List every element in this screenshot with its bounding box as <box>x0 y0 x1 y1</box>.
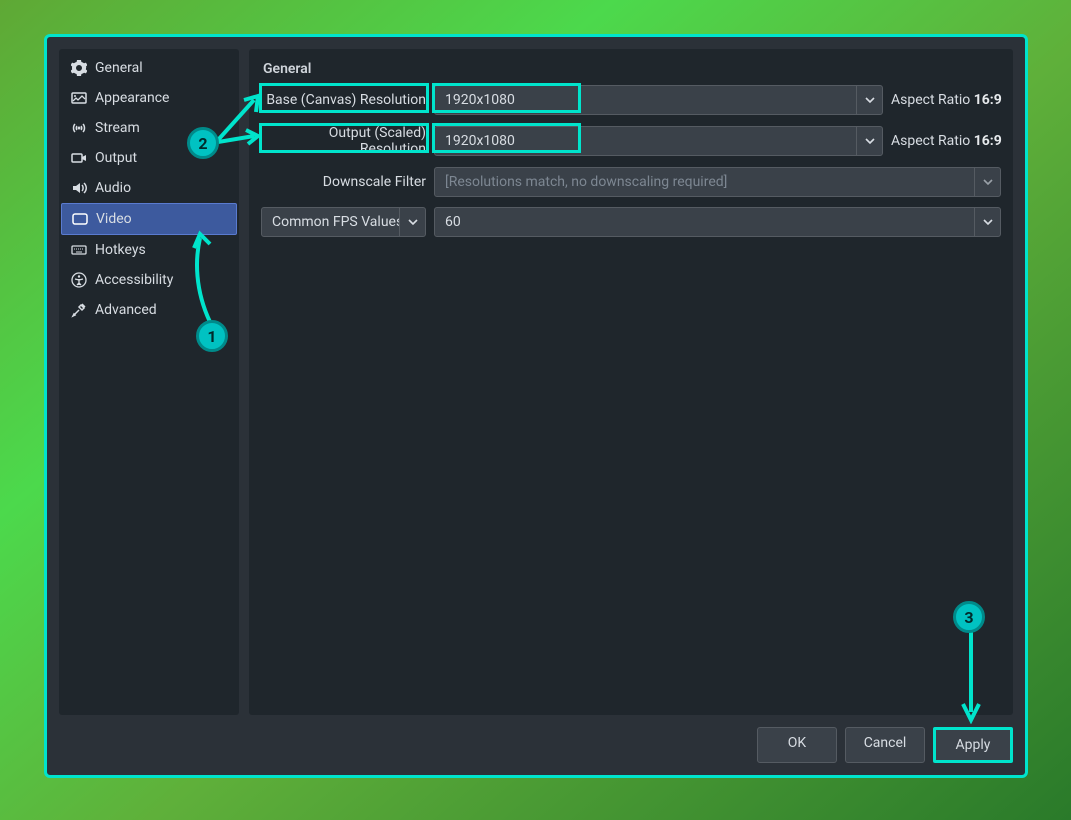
sidebar-item-label: Hotkeys <box>95 242 146 258</box>
keyboard-icon <box>71 242 87 258</box>
sidebar-item-label: Video <box>96 211 132 227</box>
annotation-badge-2: 2 <box>187 127 219 159</box>
fps-type-combo[interactable]: Common FPS Values <box>261 207 426 237</box>
annotation-badge-1: 1 <box>196 320 228 352</box>
downscale-filter-combo[interactable]: [Resolutions match, no downscaling requi… <box>434 167 1001 197</box>
annotation-badge-3: 3 <box>953 601 985 633</box>
section-title: General <box>261 59 1001 85</box>
chevron-down-icon[interactable] <box>974 208 1000 236</box>
sidebar-item-label: Audio <box>95 180 131 196</box>
downscale-filter-value: [Resolutions match, no downscaling requi… <box>435 174 974 190</box>
downscale-filter-row: Downscale Filter [Resolutions match, no … <box>261 167 1001 197</box>
tools-icon <box>71 302 87 318</box>
output-resolution-value: 1920x1080 <box>435 133 856 149</box>
appearance-icon <box>71 90 87 106</box>
output-aspect-ratio: Aspect Ratio 16:9 <box>891 133 1001 149</box>
sidebar-item-label: General <box>95 60 143 76</box>
downscale-filter-label: Downscale Filter <box>261 174 426 190</box>
sidebar-item-label: Appearance <box>95 90 169 106</box>
output-resolution-row: Output (Scaled) Resolution 1920x1080 Asp… <box>261 125 1001 157</box>
annotation-arrow <box>190 230 220 322</box>
footer: OK Cancel Apply <box>59 715 1013 763</box>
sidebar-item-label: Output <box>95 150 137 166</box>
fps-value-combo[interactable]: 60 <box>434 207 1001 237</box>
chevron-down-icon[interactable] <box>856 127 882 155</box>
base-resolution-row: Base (Canvas) Resolution 1920x1080 Aspec… <box>261 85 1001 115</box>
annotation-arrow <box>961 632 981 724</box>
sidebar-item-general[interactable]: General <box>61 53 237 83</box>
sidebar-item-appearance[interactable]: Appearance <box>61 83 237 113</box>
gear-icon <box>71 60 87 76</box>
ok-button[interactable]: OK <box>757 727 837 763</box>
fps-row: Common FPS Values 60 <box>261 207 1001 237</box>
base-aspect-ratio: Aspect Ratio 16:9 <box>891 92 1001 108</box>
base-resolution-value: 1920x1080 <box>435 92 856 108</box>
chevron-down-icon[interactable] <box>856 86 882 114</box>
output-resolution-combo[interactable]: 1920x1080 <box>434 126 883 156</box>
chevron-down-icon[interactable] <box>399 208 425 236</box>
main-panel: General Base (Canvas) Resolution 1920x10… <box>249 49 1013 715</box>
sidebar-item-label: Advanced <box>95 302 157 318</box>
accessibility-icon <box>71 272 87 288</box>
base-resolution-label: Base (Canvas) Resolution <box>261 92 426 108</box>
audio-icon <box>71 180 87 196</box>
chevron-down-icon[interactable] <box>974 168 1000 196</box>
sidebar-item-label: Accessibility <box>95 272 173 288</box>
fps-value: 60 <box>435 214 974 230</box>
apply-button[interactable]: Apply <box>933 727 1013 763</box>
output-resolution-label: Output (Scaled) Resolution <box>261 125 426 157</box>
video-icon <box>72 211 88 227</box>
fps-type-value: Common FPS Values <box>262 214 399 230</box>
sidebar-item-audio[interactable]: Audio <box>61 173 237 203</box>
cancel-button[interactable]: Cancel <box>845 727 925 763</box>
stream-icon <box>71 120 87 136</box>
output-icon <box>71 150 87 166</box>
base-resolution-combo[interactable]: 1920x1080 <box>434 85 883 115</box>
annotation-arrow <box>218 90 262 146</box>
sidebar-item-label: Stream <box>95 120 140 136</box>
